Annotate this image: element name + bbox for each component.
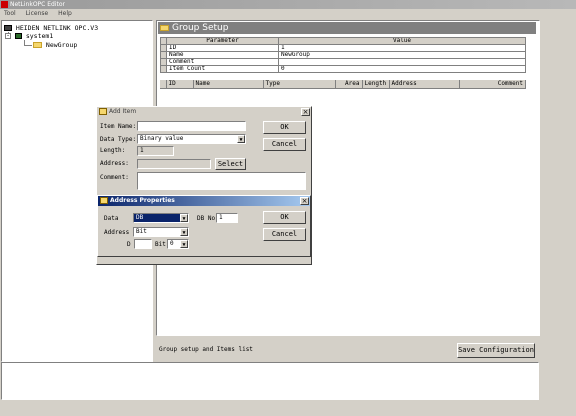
parameter-table: Parameter Value ID 1 Name NewGroup Comme… [160,37,526,73]
ok-button[interactable]: OK [263,121,306,134]
bit-value: 0 [170,240,174,247]
param-name: Item Count [166,65,279,73]
menu-help[interactable]: Help [58,10,72,17]
table-row[interactable]: Item Count 0 [160,65,526,73]
add-item-title: Add Item [109,108,137,115]
table-row[interactable]: Name NewGroup [160,51,526,59]
dialog-icon [100,197,108,204]
column-header-comment[interactable]: Comment [459,80,526,89]
computer-icon [4,25,12,31]
tree-node-newgroup[interactable]: NewGroup [33,41,77,49]
tree-connector [24,45,32,46]
cancel-button[interactable]: Cancel [263,138,306,151]
address-cancel-button[interactable]: Cancel [263,228,306,241]
tree-group-label: NewGroup [45,41,78,49]
menu-license[interactable]: License [26,10,49,17]
window-title-bar: NetLinkOPC Editor [0,0,576,9]
data-type-value: Binary value [140,135,184,142]
folder-icon [33,42,42,48]
log-output[interactable] [1,362,539,400]
data-area-select[interactable]: DB ▼ [133,213,189,223]
address-label: Address: [100,160,129,167]
comment-label: Comment: [100,174,129,181]
column-header-length[interactable]: Length [362,80,390,89]
items-header-row: ID Name Type Area Length Address Comment [160,80,526,89]
address-type-select[interactable]: Bit ▼ [133,227,189,237]
length-input[interactable]: 1 [137,146,174,156]
item-name-input[interactable] [137,121,246,131]
item-name-label: Item Name: [100,123,137,130]
select-address-button[interactable]: Select [215,158,246,170]
data-area-value: DB [136,214,144,221]
data-type-select[interactable]: Binary value ▼ [137,134,246,144]
app-icon [1,1,8,8]
chevron-down-icon[interactable]: ▼ [180,214,188,222]
address-properties-titlebar: Address Properties × [98,196,310,206]
collapse-icon: - [5,32,11,39]
group-setup-header: Group Setup [158,22,536,34]
column-header-name[interactable]: Name [193,80,264,89]
param-value[interactable]: 1 [278,44,526,52]
chevron-down-icon[interactable]: ▼ [180,228,188,236]
length-label: Length: [100,147,126,154]
bit-label: Bit [155,241,166,248]
dialog-icon [99,108,107,115]
table-row[interactable]: Comment [160,58,526,66]
tree-root[interactable]: HEIDEN NETLINK OPC.V3 [4,24,98,32]
column-header-area[interactable]: Area [335,80,363,89]
table-row[interactable]: ID 1 [160,44,526,52]
chevron-down-icon[interactable]: ▼ [237,135,245,143]
column-header-id[interactable]: ID [166,80,194,89]
menu-bar: Tool License Help [0,9,576,19]
param-name: ID [166,44,279,52]
param-name: Name [166,51,279,59]
comment-input[interactable] [137,172,306,190]
column-header-value[interactable]: Value [278,37,526,45]
items-table-header: ID Name Type Area Length Address Comment [160,80,526,89]
address-ok-button[interactable]: OK [263,211,306,224]
param-value[interactable]: 0 [278,65,526,73]
column-header-address[interactable]: Address [389,80,460,89]
param-value[interactable] [278,58,526,66]
save-configuration-button[interactable]: Save Configuration [457,343,535,358]
column-header-type[interactable]: Type [263,80,336,89]
data-label: Data [104,215,119,222]
group-setup-title: Group Setup [172,23,229,33]
address-type-label: Address [104,229,130,236]
close-icon[interactable]: × [300,197,309,205]
d-label: D [127,241,131,248]
d-input[interactable] [134,239,152,249]
plc-icon [14,33,22,39]
table-header: Parameter Value [160,37,526,45]
window-title: NetLinkOPC Editor [10,1,66,8]
tree-child-label: system1 [25,32,54,40]
tree-root-label: HEIDEN NETLINK OPC.V3 [15,24,99,32]
db-no-input[interactable]: 1 [216,213,238,223]
param-value[interactable]: NewGroup [278,51,526,59]
add-item-titlebar: Add Item × [97,107,311,117]
address-type-value: Bit [136,228,147,235]
bit-select[interactable]: 0 ▼ [167,239,189,249]
close-icon[interactable]: × [301,108,310,116]
column-header-parameter[interactable]: Parameter [166,37,279,45]
param-name: Comment [166,58,279,66]
chevron-down-icon[interactable]: ▼ [180,240,188,248]
tree-node-system1[interactable]: - system1 [5,32,53,40]
menu-tool[interactable]: Tool [4,10,16,17]
data-type-label: Data Type: [100,136,137,143]
address-input[interactable] [137,159,211,169]
folder-icon [160,25,169,31]
address-properties-title: Address Properties [110,197,175,204]
status-text: Group setup and Items list [159,346,253,353]
